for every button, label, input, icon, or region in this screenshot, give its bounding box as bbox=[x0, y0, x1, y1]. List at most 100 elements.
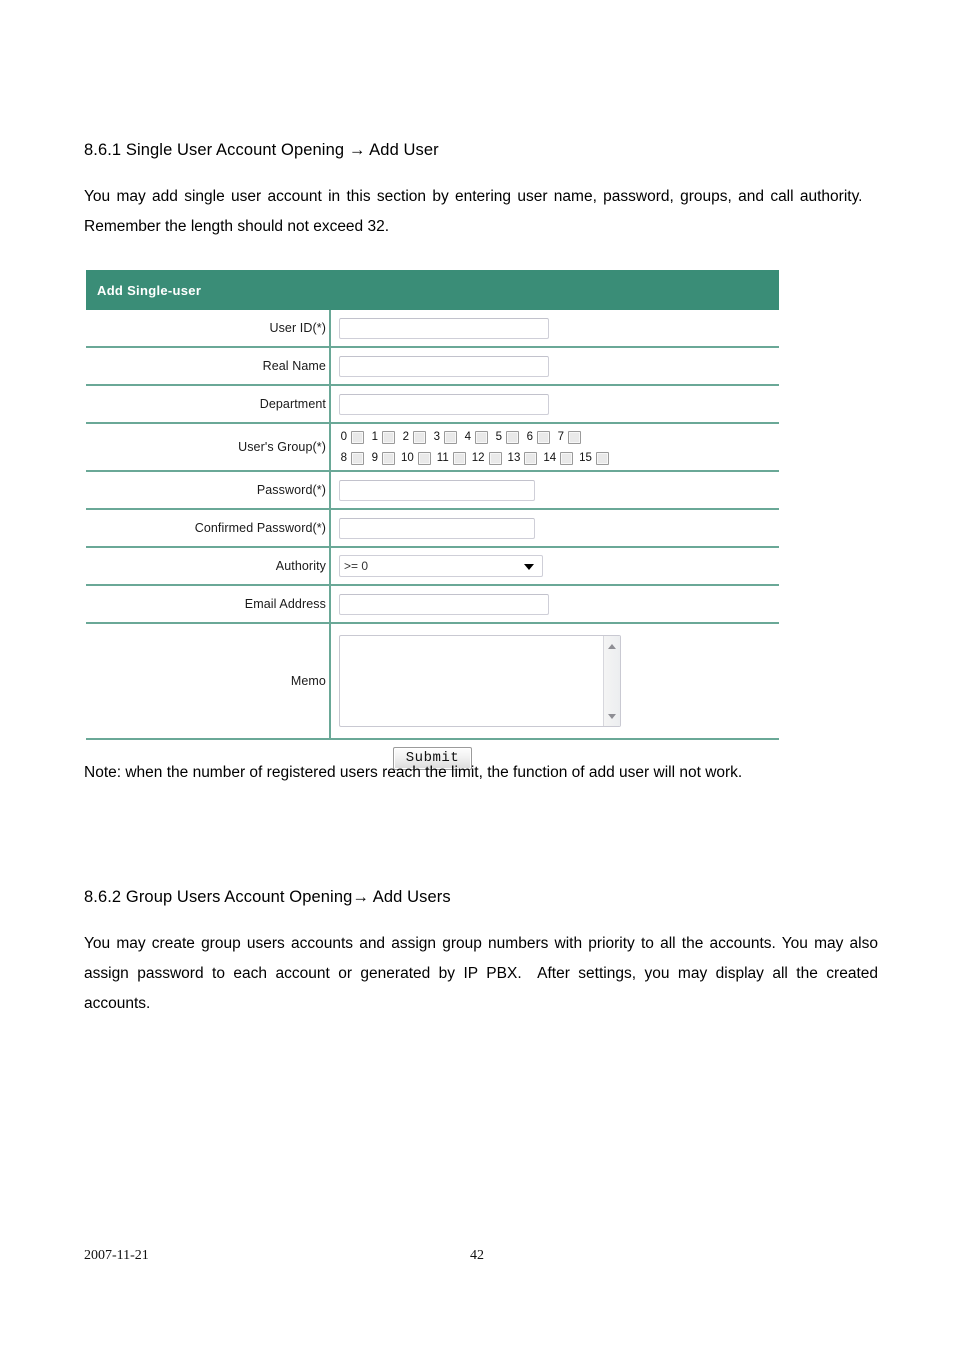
form-row-user-id: User ID(*) bbox=[86, 310, 779, 348]
label-password: Password(*) bbox=[86, 472, 331, 508]
users-group-checkbox-9[interactable] bbox=[382, 451, 395, 465]
label-email-address: Email Address bbox=[86, 586, 331, 622]
memo-box bbox=[339, 635, 621, 727]
form-row-email-address: Email Address bbox=[86, 586, 779, 624]
field-authority: >= 0>= 1>= 2>= 3>= 4>= 5>= 6>= 7 bbox=[331, 548, 779, 584]
users-group-number-8: 8 bbox=[340, 452, 347, 464]
users-group-number-11: 11 bbox=[436, 452, 449, 464]
form-row-users-group: User's Group(*) 01234567 8 9 10 11 12 13 14 15 bbox=[86, 424, 779, 472]
form-row-password: Password(*) bbox=[86, 472, 779, 510]
email-address-input[interactable] bbox=[339, 593, 549, 615]
users-group-cell-1: 1 bbox=[370, 430, 395, 444]
users-group-checkbox-15[interactable] bbox=[595, 451, 609, 465]
memo-scrollbar[interactable] bbox=[603, 636, 620, 726]
field-department bbox=[331, 386, 779, 422]
users-group-cell-14: 14 bbox=[543, 451, 574, 465]
section-heading-8-6-2: 8.6.2 Group Users Account Opening→ Add U… bbox=[84, 888, 451, 906]
users-group-cell-6: 6 bbox=[525, 430, 550, 444]
authority-select-wrapper: >= 0>= 1>= 2>= 3>= 4>= 5>= 6>= 7 bbox=[339, 555, 543, 577]
field-confirmed-password bbox=[331, 510, 779, 546]
users-group-cell-4: 4 bbox=[463, 430, 488, 444]
users-group-number-13: 13 bbox=[507, 452, 521, 464]
form-row-memo: Memo bbox=[86, 624, 779, 740]
users-group-checkbox-2[interactable] bbox=[413, 430, 426, 444]
label-department: Department bbox=[86, 386, 331, 422]
users-group-cell-10: 10 bbox=[401, 451, 431, 465]
users-group-cell-11: 11 bbox=[436, 451, 466, 465]
user-id-input[interactable] bbox=[339, 317, 549, 339]
users-group-checkbox-8[interactable] bbox=[351, 451, 364, 465]
form-row-department: Department bbox=[86, 386, 779, 424]
section-note-8-6-1: Note: when the number of registered user… bbox=[84, 764, 743, 781]
users-group-number-1: 1 bbox=[371, 431, 378, 443]
users-group-checkbox-14[interactable] bbox=[560, 451, 574, 465]
users-group-number-9: 9 bbox=[371, 452, 378, 464]
section-body-8-6-1: You may add single user account in this … bbox=[84, 188, 878, 235]
field-user-id bbox=[331, 310, 779, 346]
users-group-number-12: 12 bbox=[471, 452, 485, 464]
label-authority: Authority bbox=[86, 548, 331, 584]
users-group-checkbox-12[interactable] bbox=[488, 451, 502, 465]
label-users-group: User's Group(*) bbox=[86, 424, 331, 470]
users-group-checkbox-10[interactable] bbox=[417, 451, 431, 465]
users-group-checkbox-13[interactable] bbox=[524, 451, 538, 465]
users-group-number-7: 7 bbox=[557, 431, 564, 443]
users-group-checkbox-5[interactable] bbox=[506, 430, 519, 444]
users-group-cell-8: 8 bbox=[339, 451, 364, 465]
document-page: 8.6.1 Single User Account Opening → Add … bbox=[0, 0, 954, 1351]
users-group-number-0: 0 bbox=[340, 431, 347, 443]
password-input[interactable] bbox=[339, 479, 535, 501]
form-row-authority: Authority >= 0>= 1>= 2>= 3>= 4>= 5>= 6>=… bbox=[86, 548, 779, 586]
field-email-address bbox=[331, 586, 779, 622]
users-group-checkbox-6[interactable] bbox=[537, 430, 550, 444]
field-users-group: 01234567 8 9 10 11 12 13 14 15 bbox=[331, 424, 779, 470]
users-group-number-2: 2 bbox=[402, 431, 409, 443]
users-group-row-2: 8 9 10 11 12 13 14 15 bbox=[339, 449, 615, 467]
triangle-up-icon bbox=[608, 643, 616, 649]
section-heading-8-6-1: 8.6.1 Single User Account Opening → Add … bbox=[84, 141, 439, 159]
footer-page-number: 42 bbox=[470, 1248, 484, 1263]
real-name-input[interactable] bbox=[339, 355, 549, 377]
users-group-cell-9: 9 bbox=[370, 451, 395, 465]
users-group-number-5: 5 bbox=[495, 431, 502, 443]
users-group-cell-3: 3 bbox=[432, 430, 457, 444]
users-group-checkbox-grid: 01234567 8 9 10 11 12 13 14 15 bbox=[339, 427, 615, 467]
users-group-row-1: 0 1 2 3 4 5 6 7 bbox=[339, 428, 615, 446]
users-group-cell-13: 13 bbox=[507, 451, 538, 465]
users-group-number-14: 14 bbox=[543, 452, 557, 464]
users-group-cell-0: 0 bbox=[339, 430, 364, 444]
page-footer: 2007-11-21 42 bbox=[0, 1248, 954, 1274]
users-group-number-3: 3 bbox=[433, 431, 440, 443]
form-row-real-name: Real Name bbox=[86, 348, 779, 386]
users-group-cell-12: 12 bbox=[471, 451, 502, 465]
users-group-checkbox-11[interactable] bbox=[452, 451, 466, 465]
triangle-down-icon bbox=[608, 713, 616, 719]
users-group-number-6: 6 bbox=[526, 431, 533, 443]
users-group-cell-5: 5 bbox=[494, 430, 519, 444]
users-group-checkbox-1[interactable] bbox=[382, 430, 395, 444]
confirmed-password-input[interactable] bbox=[339, 517, 535, 539]
users-group-checkbox-4[interactable] bbox=[475, 430, 488, 444]
users-group-checkbox-3[interactable] bbox=[444, 430, 457, 444]
users-group-number-15: 15 bbox=[579, 452, 592, 464]
label-memo: Memo bbox=[86, 624, 331, 738]
users-group-number-4: 4 bbox=[464, 431, 471, 443]
authority-select[interactable]: >= 0>= 1>= 2>= 3>= 4>= 5>= 6>= 7 bbox=[339, 555, 543, 577]
field-real-name bbox=[331, 348, 779, 384]
field-password bbox=[331, 472, 779, 508]
memo-textarea[interactable] bbox=[340, 636, 603, 726]
label-real-name: Real Name bbox=[86, 348, 331, 384]
scroll-down-icon[interactable] bbox=[604, 708, 620, 724]
users-group-cell-15: 15 bbox=[579, 451, 609, 465]
label-user-id: User ID(*) bbox=[86, 310, 331, 346]
users-group-checkbox-0[interactable] bbox=[351, 430, 364, 444]
form-row-confirmed-password: Confirmed Password(*) bbox=[86, 510, 779, 548]
add-single-user-form: Add Single-user User ID(*) Real Name Dep… bbox=[86, 270, 779, 776]
users-group-cell-2: 2 bbox=[401, 430, 426, 444]
section-body-8-6-2: You may create group users accounts and … bbox=[84, 935, 878, 1012]
users-group-cell-7: 7 bbox=[556, 430, 581, 444]
label-confirmed-password: Confirmed Password(*) bbox=[86, 510, 331, 546]
users-group-checkbox-7[interactable] bbox=[568, 430, 581, 444]
department-input[interactable] bbox=[339, 393, 549, 415]
scroll-up-icon[interactable] bbox=[604, 638, 620, 654]
